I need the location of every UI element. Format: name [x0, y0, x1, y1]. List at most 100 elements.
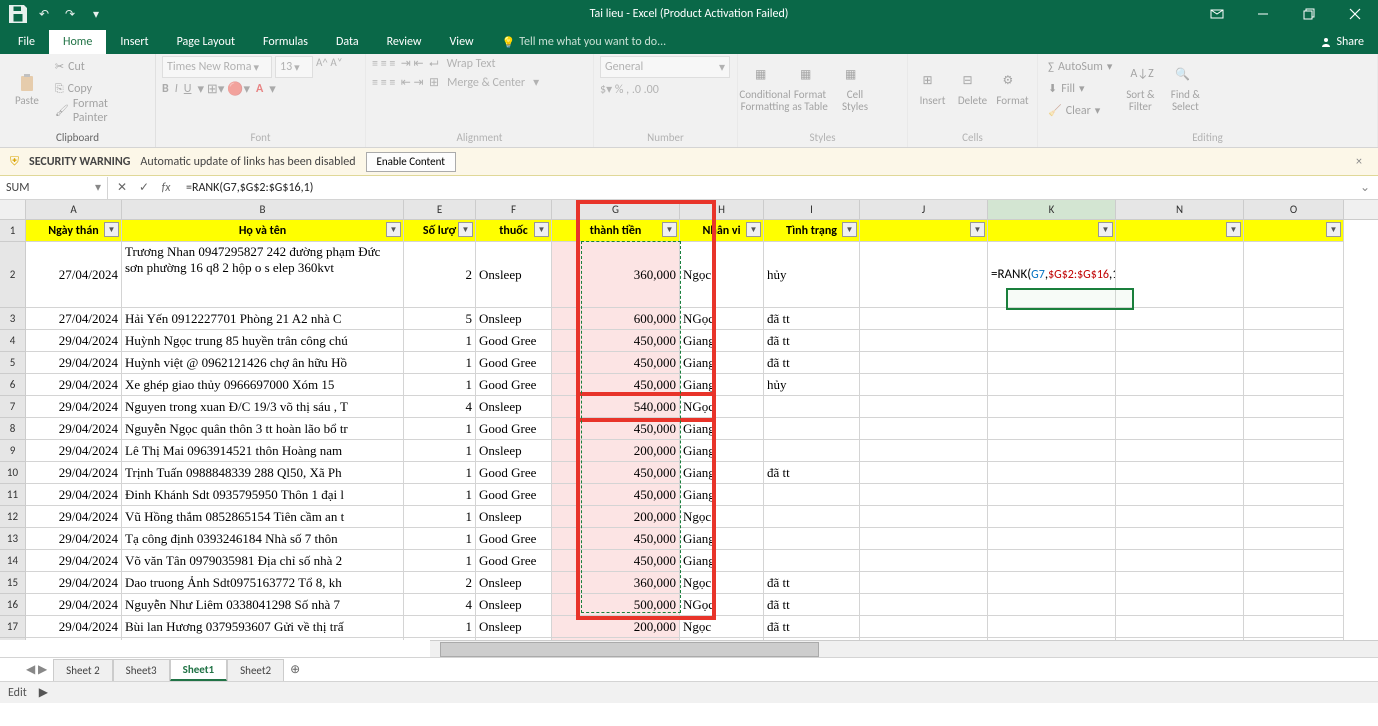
cell[interactable]: 1 [404, 506, 476, 528]
cell[interactable] [988, 484, 1116, 506]
cell[interactable]: 1 [404, 330, 476, 352]
cell[interactable]: Giang [680, 550, 764, 572]
cell[interactable]: 360,000 [552, 572, 680, 594]
cell[interactable]: 2 [404, 242, 476, 308]
cell[interactable]: Good Gree [476, 462, 552, 484]
cell[interactable]: Giang [680, 440, 764, 462]
cell[interactable] [1244, 308, 1344, 330]
cell[interactable] [860, 594, 988, 616]
table-header[interactable]: Số lượ▼ [404, 220, 476, 242]
cell[interactable] [1244, 572, 1344, 594]
find-select-button[interactable]: 🔍Find & Select [1164, 56, 1206, 124]
cell[interactable]: 450,000 [552, 374, 680, 396]
tab-view[interactable]: View [436, 30, 488, 54]
row-header-8[interactable]: 8 [0, 418, 26, 440]
cell[interactable]: Good Gree [476, 374, 552, 396]
cell[interactable] [1116, 352, 1244, 374]
cell[interactable]: Huỳnh Ngọc trung 85 huyền trân công chú [122, 330, 404, 352]
qat-customize-icon[interactable]: ▾ [84, 3, 108, 25]
col-header-O[interactable]: O [1244, 200, 1344, 219]
cell[interactable]: 540,000 [552, 396, 680, 418]
filter-icon[interactable]: ▼ [970, 222, 985, 237]
table-header[interactable]: Ngày thán▼ [26, 220, 122, 242]
cell[interactable]: Ngọc [680, 506, 764, 528]
cell[interactable] [860, 352, 988, 374]
cell[interactable]: 600,000 [552, 308, 680, 330]
cell[interactable]: 1 [404, 418, 476, 440]
cell[interactable] [860, 484, 988, 506]
cell[interactable]: 450,000 [552, 550, 680, 572]
cell[interactable]: hủy [764, 242, 860, 308]
cell[interactable]: 29/04/2024 [26, 638, 122, 640]
cell[interactable] [764, 506, 860, 528]
cell[interactable] [860, 462, 988, 484]
tab-home[interactable]: Home [49, 30, 106, 54]
macro-icon[interactable]: ▶ [39, 685, 48, 700]
cell[interactable]: Onsleep [476, 572, 552, 594]
cell[interactable] [988, 528, 1116, 550]
cell[interactable]: Good Gree [476, 528, 552, 550]
cell[interactable]: =RANK(G7,$G$2:$G$16,1) [988, 242, 1116, 308]
cell[interactable]: 4 [404, 396, 476, 418]
cell[interactable] [988, 440, 1116, 462]
cell[interactable] [860, 572, 988, 594]
table-header[interactable]: Họ và tên▼ [122, 220, 404, 242]
enter-formula-icon[interactable]: ✓ [134, 180, 154, 195]
cell[interactable] [1116, 462, 1244, 484]
cell[interactable]: 360,000 [552, 242, 680, 308]
cell[interactable]: 1 [404, 440, 476, 462]
cell[interactable] [1116, 594, 1244, 616]
col-header-I[interactable]: I [764, 200, 860, 219]
cell[interactable]: 29/04/2024 [26, 396, 122, 418]
cell[interactable]: đã tt [764, 352, 860, 374]
cell[interactable]: 500,000 [552, 594, 680, 616]
cell[interactable]: 200,000 [552, 440, 680, 462]
col-header-J[interactable]: J [860, 200, 988, 219]
cell[interactable]: Nguyễn Ngọc quân thôn 3 tt hoàn lão bổ t… [122, 418, 404, 440]
cell[interactable] [860, 616, 988, 638]
cell[interactable]: Onsleep [476, 440, 552, 462]
cell[interactable] [1116, 528, 1244, 550]
table-header[interactable]: thuốc▼ [476, 220, 552, 242]
cell[interactable] [1244, 550, 1344, 572]
cell[interactable]: Onsleep [476, 506, 552, 528]
undo-icon[interactable]: ↶ [32, 3, 56, 25]
cell[interactable]: 29/04/2024 [26, 550, 122, 572]
paste-button[interactable]: Paste [6, 56, 48, 124]
cell[interactable]: Xe ghép giao thủy 0966697000 Xóm 15 [122, 374, 404, 396]
cell[interactable]: 27/04/2024 [26, 242, 122, 308]
filter-icon[interactable]: ▼ [1226, 222, 1241, 237]
cell[interactable]: Giang [680, 352, 764, 374]
cell[interactable]: 1 [404, 528, 476, 550]
cell[interactable]: Dao truong Ảnh Sdt0975163772 Tổ 8, kh [122, 572, 404, 594]
cell[interactable]: Bùi lan Hương 0379593607 Gửi về thị trấ [122, 616, 404, 638]
cell[interactable]: 2 [404, 572, 476, 594]
cell[interactable] [860, 418, 988, 440]
table-header[interactable]: ▼ [1116, 220, 1244, 242]
conditional-formatting-button[interactable]: ▦Conditional Formatting [744, 56, 786, 124]
cell[interactable]: 29/04/2024 [26, 418, 122, 440]
enable-content-button[interactable]: Enable Content [366, 152, 456, 172]
cell[interactable] [860, 374, 988, 396]
cell[interactable] [1116, 616, 1244, 638]
share-button[interactable]: Share [1306, 30, 1378, 54]
cell[interactable] [988, 374, 1116, 396]
cell[interactable]: Onsleep [476, 396, 552, 418]
filter-icon[interactable]: ▼ [662, 222, 677, 237]
cell[interactable]: Võ văn Tân 0979035981 Địa chỉ số nhà 2 [122, 550, 404, 572]
cell[interactable]: Onsleep [476, 616, 552, 638]
cell[interactable] [1244, 330, 1344, 352]
cell[interactable]: 27/04/2024 [26, 308, 122, 330]
cell[interactable]: Good Gree [476, 352, 552, 374]
cell[interactable]: đã tt [764, 616, 860, 638]
cell[interactable] [1244, 616, 1344, 638]
number-format-combo[interactable]: General ▾ [600, 56, 730, 78]
cell[interactable]: 1 [404, 462, 476, 484]
font-name-combo[interactable]: Times New Roma ▾ [162, 56, 272, 78]
cell[interactable]: Good Gree [476, 484, 552, 506]
tell-me[interactable]: Tell me what you want to do... [488, 30, 681, 54]
insert-cells-button[interactable]: ⊞Insert [914, 56, 951, 124]
cell[interactable]: 5 [404, 308, 476, 330]
table-header[interactable]: Tình trạng▼ [764, 220, 860, 242]
cell[interactable] [1244, 396, 1344, 418]
